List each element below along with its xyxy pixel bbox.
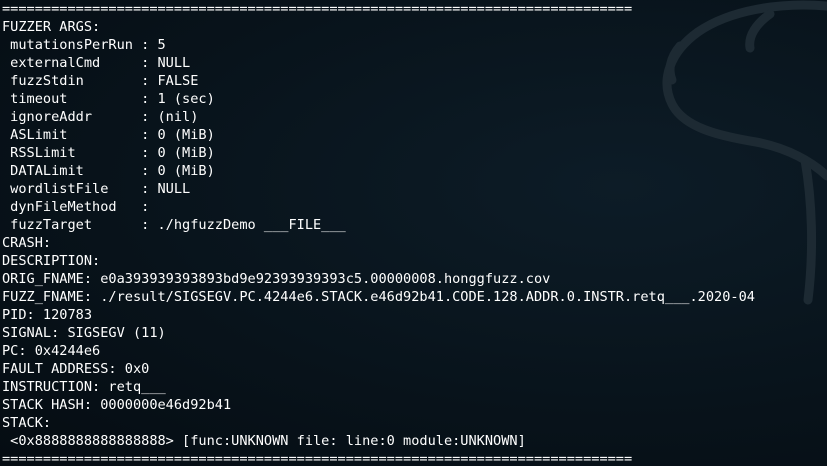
terminal-line: fuzzTarget : ./hgfuzzDemo ___FILE___ — [2, 217, 346, 233]
terminal-line: SIGNAL: SIGSEGV (11) — [2, 325, 166, 341]
terminal-line: FAULT ADDRESS: 0x0 — [2, 361, 150, 377]
terminal-line: DESCRIPTION: — [2, 253, 101, 269]
terminal-line: DATALimit : 0 (MiB) — [2, 163, 215, 179]
terminal-line: mutationsPerRun : 5 — [2, 37, 166, 53]
terminal-line: ========================================… — [2, 451, 633, 466]
terminal-line: ========================================… — [2, 1, 633, 17]
terminal-line: INSTRUCTION: retq___ — [2, 379, 166, 395]
terminal-line: ORIG_FNAME: e0a393939393893bd9e923939393… — [2, 271, 551, 287]
terminal-line: externalCmd : NULL — [2, 55, 191, 71]
terminal-line: timeout : 1 (sec) — [2, 91, 215, 107]
terminal-window[interactable]: ========================================… — [0, 0, 827, 466]
terminal-line: RSSLimit : 0 (MiB) — [2, 145, 215, 161]
terminal-line: wordlistFile : NULL — [2, 181, 191, 197]
terminal-line: STACK HASH: 0000000e46d92b41 — [2, 397, 232, 413]
terminal-line: dynFileMethod : — [2, 199, 158, 215]
terminal-line: FUZZ_FNAME: ./result/SIGSEGV.PC.4244e6.S… — [2, 289, 755, 305]
terminal-line: STACK: — [2, 415, 52, 431]
terminal-line: PC: 0x4244e6 — [2, 343, 101, 359]
terminal-line: FUZZER ARGS: — [2, 19, 101, 35]
terminal-line: <0x8888888888888888> [func:UNKNOWN file:… — [2, 433, 526, 449]
terminal-line: fuzzStdin : FALSE — [2, 73, 199, 89]
terminal-line: PID: 120783 — [2, 307, 93, 323]
terminal-line: ignoreAddr : (nil) — [2, 109, 199, 125]
terminal-line: CRASH: — [2, 235, 52, 251]
terminal-line: ASLimit : 0 (MiB) — [2, 127, 215, 143]
terminal-output: ========================================… — [2, 0, 755, 466]
